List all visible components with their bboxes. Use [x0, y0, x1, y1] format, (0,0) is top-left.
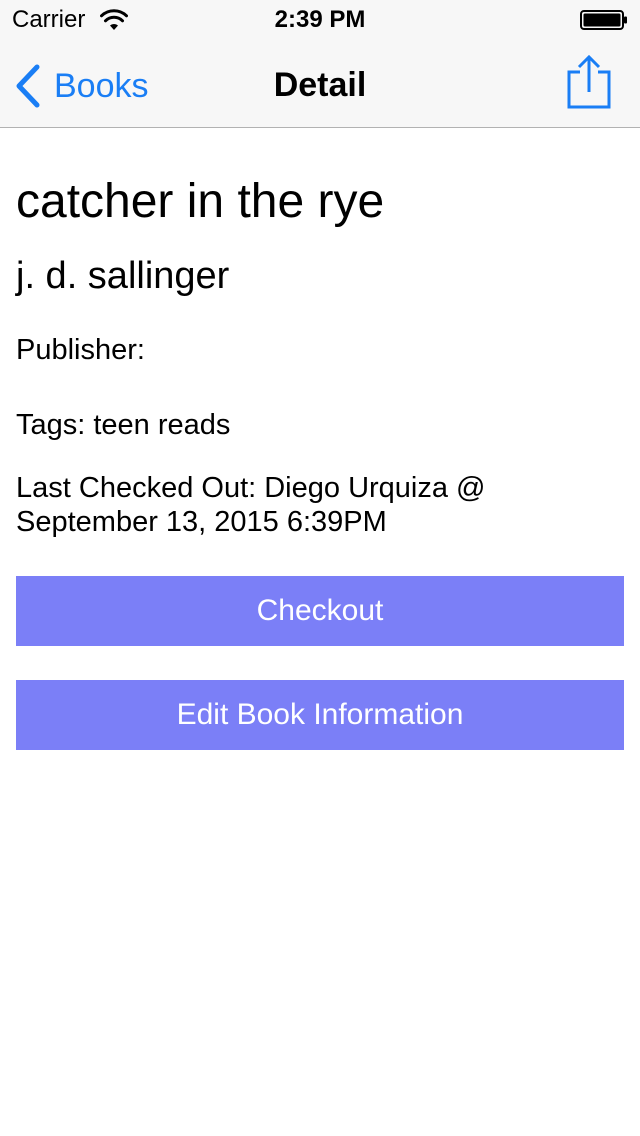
last-checked-out-line-1: Last Checked Out: Diego Urquiza @ [16, 472, 486, 504]
status-bar: Carrier 2:39 PM [0, 0, 640, 40]
app-screen: Carrier 2:39 PM Books Detail catcher in … [0, 0, 640, 1136]
page-title: Detail [273, 66, 367, 104]
last-checked-out-line-2: September 13, 2015 6:39PM [16, 506, 387, 538]
tags-label: Tags: teen reads [16, 409, 231, 441]
last-checked-out: Last Checked Out: Diego Urquiza @ Septem… [16, 471, 624, 539]
edit-book-button[interactable]: Edit Book Information [16, 680, 624, 750]
status-time: 2:39 PM [274, 6, 366, 33]
book-author: j. d. sallinger [16, 255, 230, 297]
book-title: catcher in the rye [16, 175, 385, 228]
publisher-label: Publisher: [16, 334, 145, 366]
checkout-button[interactable]: Checkout [16, 576, 624, 646]
navigation-bar: Books Detail [0, 40, 640, 128]
share-icon[interactable] [564, 54, 614, 112]
header: Carrier 2:39 PM Books Detail [0, 0, 640, 128]
battery-icon [580, 10, 627, 30]
